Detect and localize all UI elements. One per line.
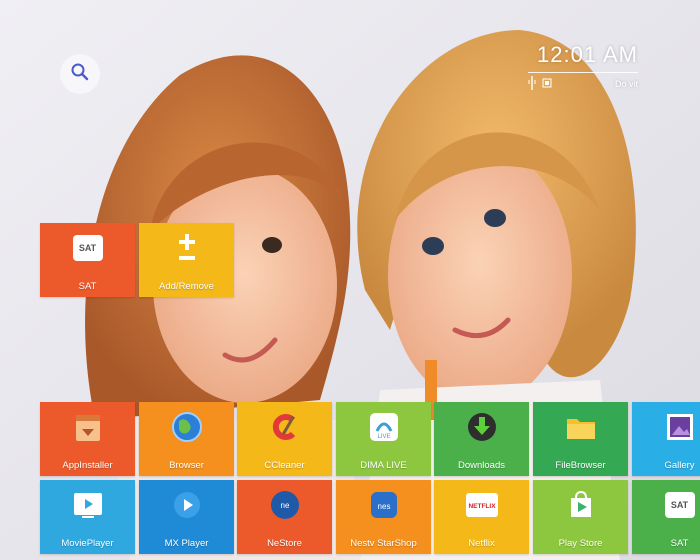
- tile-label: SAT: [670, 538, 689, 549]
- downloads-icon: [465, 410, 499, 444]
- tile-sat-top[interactable]: SAT SAT: [40, 223, 135, 297]
- add-remove-icon: [170, 231, 204, 265]
- tile-add-remove[interactable]: Add/Remove: [139, 223, 234, 297]
- nestv-starshop-icon: nes: [367, 488, 401, 522]
- tile-label: Nestv StarShop: [350, 538, 417, 549]
- tile-label: Gallery: [664, 460, 695, 471]
- tile-gallery[interactable]: Gallery: [632, 402, 700, 476]
- network-icon: [542, 78, 552, 90]
- tile-movieplayer[interactable]: MoviePlayer: [40, 480, 135, 554]
- tile-label: FileBrowser: [555, 460, 606, 471]
- tile-label: MX Player: [164, 538, 209, 549]
- svg-text:LIVE: LIVE: [377, 434, 390, 440]
- movie-player-icon: [71, 488, 105, 522]
- usb-icon: [528, 76, 536, 92]
- tile-filebrowser[interactable]: FileBrowser: [533, 402, 628, 476]
- tile-downloads[interactable]: Downloads: [434, 402, 529, 476]
- tile-mx-player[interactable]: MX Player: [139, 480, 234, 554]
- tile-label: Netflix: [468, 538, 495, 549]
- tile-label: MoviePlayer: [61, 538, 114, 549]
- tile-nestv-starshop[interactable]: nes Nestv StarShop: [336, 480, 431, 554]
- tile-label: NeStore: [267, 538, 302, 549]
- dima-live-icon: LIVE: [367, 410, 401, 444]
- tile-label: Play Store: [558, 538, 603, 549]
- tile-sat-bottom[interactable]: SAT SAT: [632, 480, 700, 554]
- clock-widget: 12:01 AM Do vit: [528, 42, 638, 92]
- tile-play-store[interactable]: Play Store: [533, 480, 628, 554]
- folder-icon: [564, 410, 598, 444]
- tile-label: Downloads: [458, 460, 505, 471]
- nestore-icon: ne: [268, 488, 302, 522]
- clock-date: Do vit: [614, 79, 638, 89]
- svg-text:ne: ne: [280, 501, 289, 510]
- mx-player-icon: [170, 488, 204, 522]
- status-icons: [528, 76, 552, 92]
- tile-label: CCleaner: [264, 460, 305, 471]
- tile-label: DIMA LIVE: [360, 460, 407, 471]
- sat-icon: SAT: [663, 488, 697, 522]
- browser-icon: [170, 410, 204, 444]
- svg-text:nes: nes: [377, 502, 390, 511]
- clock-time: 12:01 AM: [537, 42, 638, 67]
- netflix-icon: NETFLIX: [465, 488, 499, 522]
- tile-label: SAT: [78, 281, 97, 292]
- tile-appinstaller[interactable]: AppInstaller: [40, 402, 135, 476]
- ccleaner-icon: [268, 410, 302, 444]
- tile-label: Add/Remove: [159, 281, 214, 292]
- tile-browser[interactable]: Browser: [139, 402, 234, 476]
- clock-divider: [528, 72, 638, 73]
- search-icon: [70, 62, 90, 87]
- sat-icon: SAT: [71, 231, 105, 265]
- tile-dima-live[interactable]: LIVE DIMA LIVE: [336, 402, 431, 476]
- tile-nestore[interactable]: ne NeStore: [237, 480, 332, 554]
- svg-text:NETFLIX: NETFLIX: [468, 503, 496, 510]
- search-button[interactable]: [60, 54, 100, 94]
- tile-label: AppInstaller: [62, 460, 113, 471]
- tile-ccleaner[interactable]: CCleaner: [237, 402, 332, 476]
- tile-netflix[interactable]: NETFLIX Netflix: [434, 480, 529, 554]
- gallery-icon: [663, 410, 697, 444]
- tile-label: Browser: [169, 460, 204, 471]
- play-store-icon: [564, 488, 598, 522]
- app-installer-icon: [71, 410, 105, 444]
